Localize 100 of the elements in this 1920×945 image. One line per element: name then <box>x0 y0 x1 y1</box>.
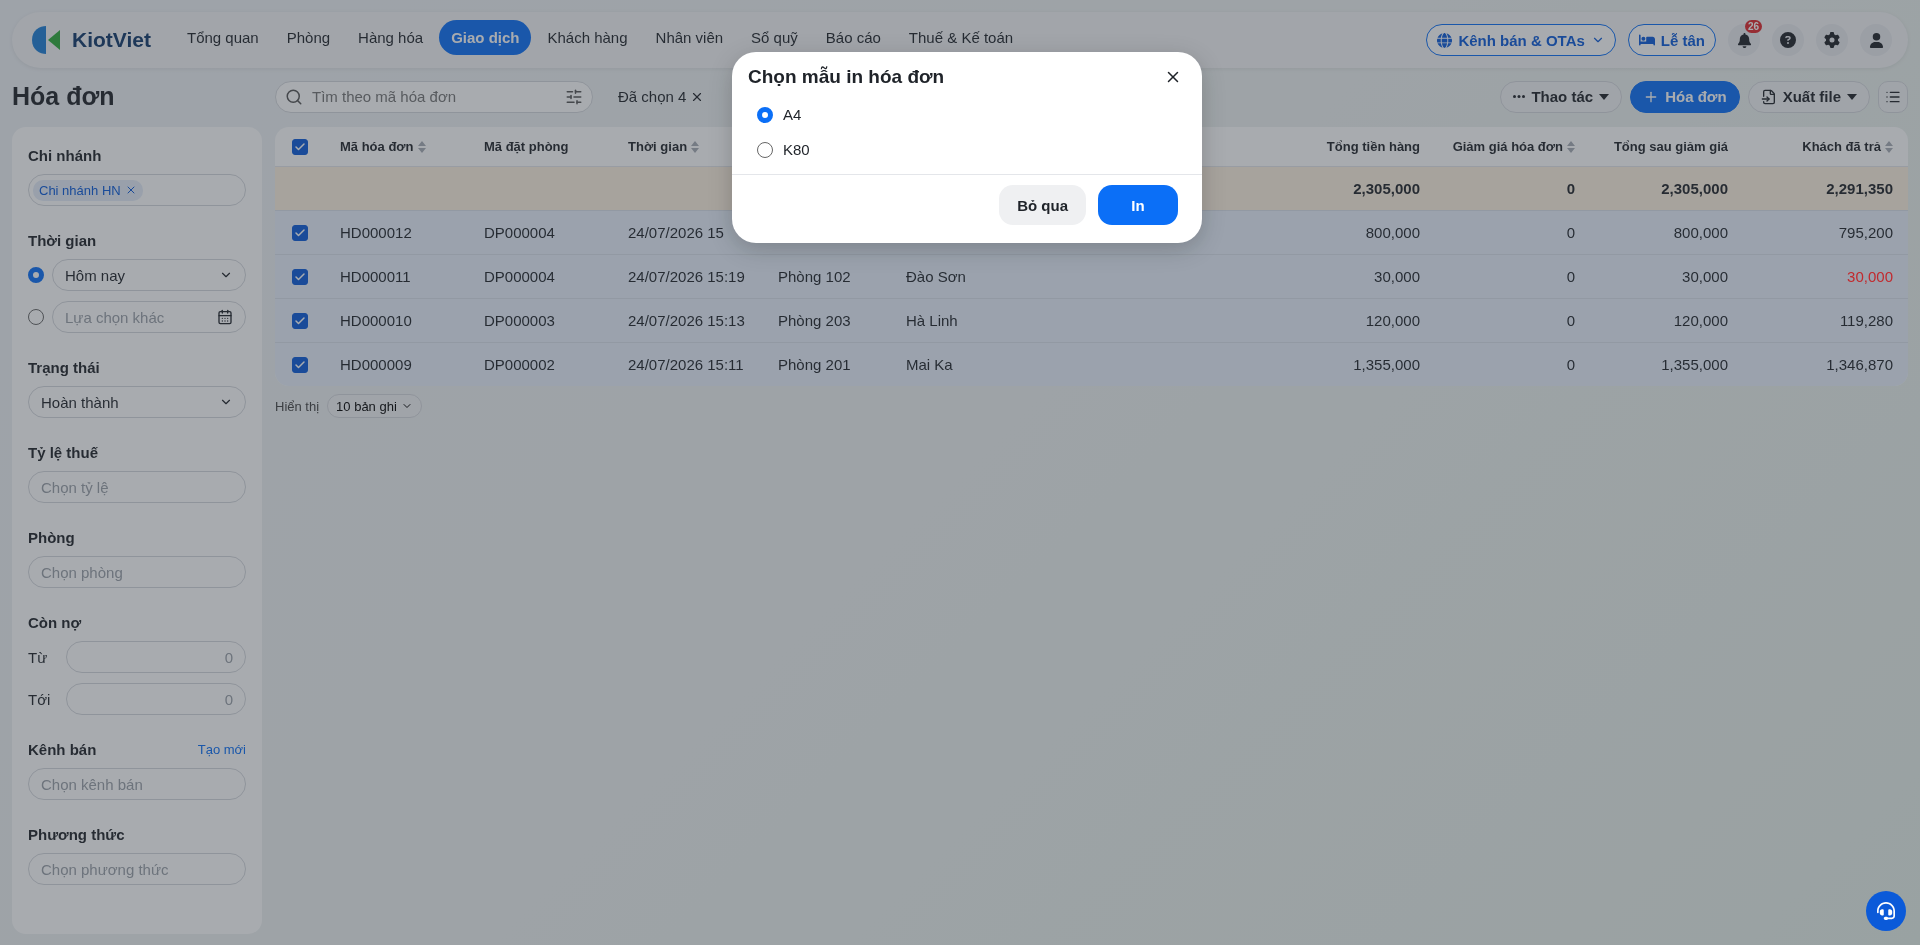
print-button[interactable]: In <box>1098 185 1178 225</box>
filter-label: Phòng <box>28 529 75 546</box>
filter-label: Trạng thái <box>28 359 100 376</box>
column-header: Mã hóa đơn <box>340 139 414 154</box>
channel-button[interactable]: Kênh bán & OTAs <box>1426 24 1616 56</box>
page-size-select[interactable]: 10 bản ghi <box>327 394 422 418</box>
user-icon <box>1868 32 1884 48</box>
table-cell: 120,000 <box>1365 312 1420 329</box>
template-radio[interactable] <box>757 106 773 123</box>
search-icon <box>285 87 303 106</box>
table-cell: 0 <box>1566 268 1575 285</box>
filter-icon[interactable] <box>565 87 583 106</box>
table-cell: 24/07/2026 15 <box>628 224 724 241</box>
table-cell: 24/07/2026 15:19 <box>628 268 745 285</box>
table-cell: DP000004 <box>484 268 555 285</box>
dialog-title: Chọn mẫu in hóa đơn <box>748 66 945 88</box>
template-label: K80 <box>783 141 810 158</box>
bed-icon <box>1638 32 1655 48</box>
filter-label: Tỷ lệ thuế <box>28 444 98 461</box>
table-cell: 1,355,000 <box>1661 356 1728 373</box>
support-button[interactable] <box>1866 891 1906 931</box>
search-field[interactable]: Tìm theo mã hóa đơn <box>275 80 593 113</box>
calendar-icon <box>217 309 233 325</box>
table-cell: 0 <box>1566 356 1575 373</box>
row-checkbox[interactable] <box>292 224 308 241</box>
table-cell: 0 <box>1566 312 1575 329</box>
table-cell: DP000003 <box>484 312 555 329</box>
filter-label: Còn nợ <box>28 614 82 631</box>
table-cell: HD000012 <box>340 224 412 241</box>
branch-tag: Chi nhánh HN <box>33 179 143 201</box>
nav-tab[interactable]: Thuế & Kế toán <box>896 19 1026 55</box>
summary-value: 2,291,350 <box>1826 180 1893 197</box>
table-cell: 1,346,870 <box>1826 356 1893 373</box>
export-button[interactable]: Xuất file <box>1747 80 1870 113</box>
table-cell: HD000010 <box>340 312 412 329</box>
check-icon <box>294 140 306 153</box>
table-cell: 30,000 <box>1374 268 1420 285</box>
actions-button[interactable]: Thao tác <box>1500 80 1623 113</box>
columns-button[interactable] <box>1878 80 1908 113</box>
column-header: Khách đã trả <box>1802 139 1881 154</box>
template-label: A4 <box>783 106 802 123</box>
headset-icon <box>1877 902 1895 920</box>
template-radio[interactable] <box>757 141 773 158</box>
range-label: Từ <box>28 648 49 666</box>
select-all-checkbox[interactable] <box>292 138 308 155</box>
reception-button[interactable]: Lễ tân <box>1627 24 1716 56</box>
row-checkbox[interactable] <box>292 356 308 373</box>
table-cell: 800,000 <box>1673 224 1728 241</box>
table-cell: 120,000 <box>1673 312 1728 329</box>
add-invoice-button[interactable]: Hóa đơn <box>1630 80 1740 113</box>
pager-label: Hiển thị <box>275 398 320 414</box>
nav-tab[interactable]: Giao dịch <box>439 19 532 55</box>
bell-icon <box>1736 32 1752 48</box>
table-cell: 30,000 <box>1847 268 1893 285</box>
ellipsis-icon <box>1513 95 1526 98</box>
help-icon <box>1780 32 1796 48</box>
summary-value: 2,305,000 <box>1353 180 1420 197</box>
filter-label: Chi nhánh <box>28 147 102 164</box>
table-cell: Mai Ka <box>906 356 953 373</box>
settings-button[interactable] <box>1816 24 1848 56</box>
caret-icon <box>1599 93 1610 100</box>
table-cell: DP000004 <box>484 224 555 241</box>
nav-tab[interactable]: Nhân viên <box>643 19 736 55</box>
table-cell: Phòng 203 <box>778 312 851 329</box>
filter-label: Thời gian <box>28 232 97 249</box>
nav-tab[interactable]: Phòng <box>274 19 343 55</box>
nav-tab[interactable]: Hàng hóa <box>346 19 436 55</box>
table-cell: 795,200 <box>1838 224 1893 241</box>
nav-tab[interactable]: Báo cáo <box>813 19 893 55</box>
skip-button[interactable]: Bỏ qua <box>999 185 1086 225</box>
row-checkbox[interactable] <box>292 312 308 329</box>
nav-tab[interactable]: Khách hàng <box>535 19 640 55</box>
column-header: Tổng tiền hàng <box>1326 139 1420 154</box>
table-cell: 119,280 <box>1839 312 1893 329</box>
column-header: Thời gian <box>628 139 688 154</box>
table-cell: 1,355,000 <box>1353 356 1420 373</box>
column-header: Tổng sau giảm giá <box>1613 139 1728 154</box>
time-radio[interactable] <box>28 309 44 325</box>
logo-text: KiotViet <box>72 28 151 52</box>
table-cell: 800,000 <box>1365 224 1420 241</box>
check-icon <box>294 358 306 371</box>
nav-tab[interactable]: Tổng quan <box>174 19 271 55</box>
account-button[interactable] <box>1860 24 1892 56</box>
help-button[interactable] <box>1772 24 1804 56</box>
time-radio[interactable] <box>28 267 44 283</box>
caret-icon <box>1847 93 1857 100</box>
table-cell: 30,000 <box>1682 268 1728 285</box>
notification-badge: 26 <box>1744 20 1762 33</box>
create-link[interactable]: Tạo mới <box>197 742 246 757</box>
table-cell: 0 <box>1566 224 1575 241</box>
table-cell: DP000002 <box>484 356 555 373</box>
table-cell: Phòng 102 <box>778 268 851 285</box>
check-icon <box>294 270 306 283</box>
selection-count: Đã chọn 4 <box>618 88 687 105</box>
table-cell: Hà Linh <box>906 312 958 329</box>
table-cell: HD000011 <box>340 268 411 285</box>
filter-label: Phương thức <box>28 826 125 843</box>
row-checkbox[interactable] <box>292 268 308 285</box>
check-icon <box>294 226 306 239</box>
nav-tab[interactable]: Sổ quỹ <box>739 19 810 55</box>
